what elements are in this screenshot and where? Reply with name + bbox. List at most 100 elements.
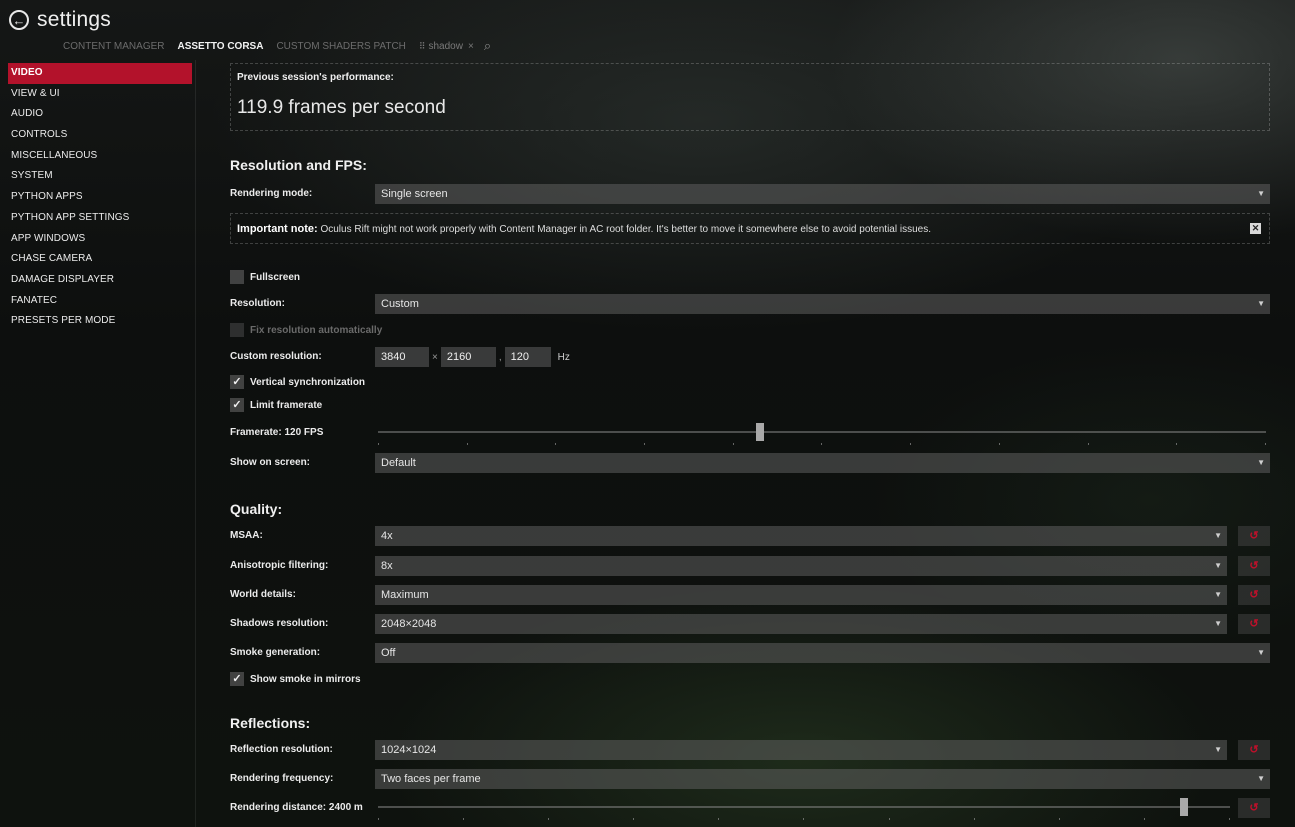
show-on-screen-label: Show on screen:: [230, 457, 311, 468]
fix-resolution-label: Fix resolution automatically: [250, 324, 383, 336]
tab-shadow[interactable]: ⠿ shadow ×: [419, 41, 474, 52]
resolution-label: Resolution:: [230, 298, 285, 309]
shadows-resolution-label: Shadows resolution:: [230, 618, 329, 629]
rendering-mode-label: Rendering mode:: [230, 188, 313, 199]
tab-assetto-corsa[interactable]: ASSETTO CORSA: [178, 41, 264, 52]
reset-button[interactable]: ↺: [1238, 614, 1270, 634]
sidebar-item-fanatec[interactable]: FANATEC: [8, 291, 192, 312]
reset-button[interactable]: ↺: [1238, 740, 1270, 760]
msaa-value: 4x: [381, 530, 393, 542]
rendering-frequency-label: Rendering frequency:: [230, 773, 334, 784]
title-bar: ← settings: [8, 5, 111, 35]
slider-ticks: [378, 443, 1266, 445]
show-on-screen-select[interactable]: Default ▼: [375, 453, 1270, 473]
section-reflections: Reflections:: [230, 715, 311, 731]
slider-tick: [888, 818, 890, 820]
close-icon[interactable]: ×: [468, 41, 474, 52]
slider-thumb[interactable]: [1180, 798, 1188, 816]
shadows-resolution-row: Shadows resolution: 2048×2048 ▼ ↺: [230, 614, 1270, 634]
slider-tick: [803, 818, 805, 820]
reset-button[interactable]: ↺: [1238, 585, 1270, 605]
width-input[interactable]: 3840: [375, 347, 429, 367]
fullscreen-checkbox[interactable]: Fullscreen: [230, 269, 300, 285]
refresh-rate-input[interactable]: 120: [504, 347, 551, 367]
world-details-value: Maximum: [381, 589, 429, 601]
show-on-screen-row: Show on screen: Default ▼: [230, 453, 1270, 473]
chevron-down-icon: ▼: [1214, 619, 1222, 628]
sidebar-item-system[interactable]: SYSTEM: [8, 166, 192, 187]
chevron-down-icon: ▼: [1214, 745, 1222, 754]
section-resolution-fps: Resolution and FPS:: [230, 157, 367, 173]
search-icon[interactable]: ⌕: [484, 38, 491, 54]
resolution-value: Custom: [381, 298, 419, 310]
chevron-down-icon: ▼: [1257, 648, 1265, 657]
rendering-frequency-row: Rendering frequency: Two faces per frame…: [230, 769, 1270, 789]
tab-shadow-label: shadow: [428, 40, 463, 52]
back-arrow-icon[interactable]: ←: [9, 10, 29, 30]
settings-content: Previous session's performance: 119.9 fr…: [230, 61, 1270, 827]
world-details-select[interactable]: Maximum ▼: [375, 585, 1227, 605]
msaa-select[interactable]: 4x ▼: [375, 526, 1227, 546]
sidebar-item-controls[interactable]: CONTROLS: [8, 125, 192, 146]
reset-button[interactable]: ↺: [1238, 556, 1270, 576]
anisotropic-label: Anisotropic filtering:: [230, 560, 329, 571]
slider-tick: [1143, 818, 1145, 820]
slider-thumb[interactable]: [756, 423, 764, 441]
rendering-distance-row: Rendering distance: 2400 m ↺: [230, 798, 1270, 820]
fullscreen-label: Fullscreen: [250, 271, 301, 283]
sidebar-item-app-windows[interactable]: APP WINDOWS: [8, 229, 192, 250]
rendering-mode-select[interactable]: Single screen ▼: [375, 184, 1270, 204]
anisotropic-select[interactable]: 8x ▼: [375, 556, 1227, 576]
height-input[interactable]: 2160: [440, 347, 496, 367]
sidebar-item-view-ui[interactable]: VIEW & UI: [8, 84, 192, 105]
slider-tick: [548, 818, 550, 820]
chevron-down-icon: ▼: [1257, 774, 1265, 783]
sidebar-item-audio[interactable]: AUDIO: [8, 104, 192, 125]
custom-resolution-row: Custom resolution: 3840 × 2160 , 120 Hz: [230, 347, 1270, 367]
sidebar-item-miscellaneous[interactable]: MISCELLANEOUS: [8, 146, 192, 167]
tab-custom-shaders-patch[interactable]: CUSTOM SHADERS PATCH: [276, 41, 405, 52]
reset-button[interactable]: ↺: [1238, 798, 1270, 818]
msaa-row: MSAA: 4x ▼ ↺: [230, 526, 1270, 546]
reflection-resolution-select[interactable]: 1024×1024 ▼: [375, 740, 1227, 760]
note-text: Important note: Oculus Rift might not wo…: [237, 223, 931, 235]
smoke-mirrors-label: Show smoke in mirrors: [250, 673, 361, 685]
sidebar-item-presets-per-mode[interactable]: PRESETS PER MODE: [8, 311, 192, 332]
slider-tick: [718, 818, 720, 820]
world-details-label: World details:: [230, 589, 296, 600]
sidebar-divider: [195, 60, 196, 827]
times-separator: ×: [432, 351, 438, 363]
slider-tick: [1058, 818, 1060, 820]
fix-resolution-checkbox: Fix resolution automatically: [230, 322, 382, 338]
smoke-generation-select[interactable]: Off ▼: [375, 643, 1270, 663]
app-window: ← settings CONTENT MANAGER ASSETTO CORSA…: [8, 5, 1291, 827]
sidebar-item-python-app-settings[interactable]: PYTHON APP SETTINGS: [8, 208, 192, 229]
limit-framerate-checkbox[interactable]: ✓ Limit framerate: [230, 397, 322, 413]
reflection-resolution-value: 1024×1024: [381, 744, 437, 756]
reset-button[interactable]: ↺: [1238, 526, 1270, 546]
slider-tick: [1176, 443, 1178, 445]
smoke-generation-label: Smoke generation:: [230, 647, 321, 658]
framerate-label: Framerate: 120 FPS: [230, 427, 324, 438]
slider-track: [378, 806, 1230, 808]
anisotropic-value: 8x: [381, 560, 393, 572]
vsync-checkbox[interactable]: ✓ Vertical synchronization: [230, 374, 365, 390]
rendering-frequency-select[interactable]: Two faces per frame ▼: [375, 769, 1270, 789]
check-icon: ✓: [230, 672, 244, 686]
section-quality: Quality:: [230, 501, 283, 517]
custom-resolution-inputs: 3840 × 2160 , 120 Hz: [375, 347, 570, 367]
world-details-row: World details: Maximum ▼ ↺: [230, 585, 1270, 605]
smoke-mirrors-checkbox[interactable]: ✓ Show smoke in mirrors: [230, 671, 361, 687]
sidebar-item-damage-displayer[interactable]: DAMAGE DISPLAYER: [8, 270, 192, 291]
rendering-distance-slider[interactable]: [378, 798, 1230, 822]
resolution-select[interactable]: Custom ▼: [375, 294, 1270, 314]
tab-content-manager[interactable]: CONTENT MANAGER: [63, 41, 165, 52]
framerate-slider[interactable]: [378, 423, 1266, 447]
sidebar-item-chase-camera[interactable]: CHASE CAMERA: [8, 249, 192, 270]
sidebar-item-video[interactable]: VIDEO: [8, 63, 192, 84]
chevron-down-icon: ▼: [1257, 458, 1265, 467]
shadows-resolution-select[interactable]: 2048×2048 ▼: [375, 614, 1227, 634]
page-title: settings: [37, 8, 111, 31]
close-icon[interactable]: ✕: [1250, 223, 1261, 234]
sidebar-item-python-apps[interactable]: PYTHON APPS: [8, 187, 192, 208]
